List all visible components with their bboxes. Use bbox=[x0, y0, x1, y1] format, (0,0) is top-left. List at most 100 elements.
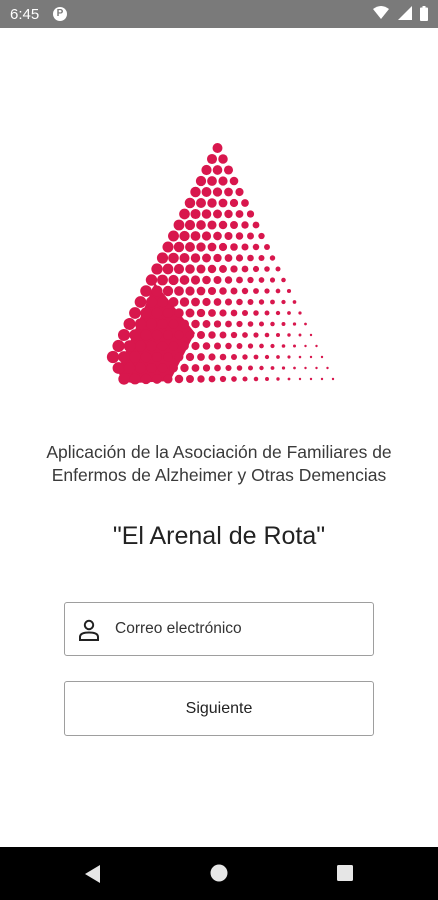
battery-icon bbox=[420, 6, 428, 21]
logo-dot bbox=[231, 354, 237, 360]
logo-dot bbox=[134, 318, 147, 330]
logo-dot bbox=[287, 333, 291, 337]
logo-dot bbox=[157, 274, 168, 286]
logo-dot bbox=[224, 209, 233, 219]
logo-dot bbox=[241, 243, 249, 251]
logo-dot bbox=[213, 231, 222, 241]
logo-dot bbox=[156, 252, 169, 264]
logo-dot bbox=[315, 366, 318, 370]
logo-dot bbox=[208, 309, 216, 317]
logo-dot bbox=[224, 254, 233, 262]
logo-dot bbox=[218, 242, 228, 252]
status-bar: 6:45 P bbox=[0, 0, 438, 28]
logo-dot bbox=[218, 198, 228, 208]
signal-icon bbox=[397, 6, 412, 20]
logo-dot bbox=[162, 241, 174, 253]
logo-dot bbox=[202, 253, 211, 263]
logo-dot bbox=[151, 263, 163, 275]
logo-dot bbox=[129, 351, 141, 363]
logo-dot bbox=[123, 318, 136, 330]
logo-dot bbox=[190, 186, 201, 198]
logo-dot bbox=[230, 221, 238, 229]
logo-dot bbox=[196, 264, 206, 274]
logo-dot bbox=[162, 285, 174, 297]
logo-dot bbox=[106, 350, 120, 364]
logo-dot bbox=[236, 365, 243, 371]
logo-dot bbox=[281, 277, 286, 283]
logo-dot bbox=[112, 339, 125, 353]
logo-dot bbox=[168, 230, 179, 242]
logo-dot bbox=[163, 352, 173, 362]
logo-dot bbox=[185, 352, 195, 362]
logo-dot bbox=[241, 265, 249, 273]
logo-dot bbox=[223, 165, 234, 175]
logo-dot bbox=[224, 276, 233, 284]
logo-dot bbox=[140, 373, 152, 385]
logo-dot bbox=[270, 366, 275, 370]
logo-dot bbox=[270, 343, 275, 349]
logo-dot bbox=[208, 375, 216, 383]
logo-dot bbox=[151, 285, 163, 297]
logo-dot bbox=[230, 265, 238, 273]
logo-dot bbox=[275, 332, 281, 338]
logo-dot bbox=[129, 307, 141, 319]
logo-dot bbox=[231, 376, 237, 382]
logo-dot bbox=[253, 354, 259, 360]
logo-dot bbox=[152, 374, 162, 384]
logo-dot bbox=[252, 265, 260, 273]
email-field[interactable] bbox=[64, 602, 374, 656]
logo-dot bbox=[253, 332, 259, 338]
logo-dot bbox=[191, 364, 200, 372]
logo-dot bbox=[230, 287, 238, 295]
logo-dot bbox=[184, 219, 196, 231]
logo-dot bbox=[163, 374, 173, 384]
logo-dot bbox=[212, 143, 223, 153]
logo-dot bbox=[123, 340, 136, 352]
logo-dot bbox=[247, 321, 254, 327]
user-icon bbox=[79, 619, 99, 641]
email-input[interactable] bbox=[115, 603, 365, 655]
logo-dot bbox=[168, 297, 179, 307]
logo-dot bbox=[247, 254, 254, 262]
logo-dot bbox=[242, 354, 248, 360]
back-icon[interactable] bbox=[84, 864, 102, 884]
home-icon[interactable] bbox=[210, 864, 228, 882]
logo-dot bbox=[201, 164, 212, 176]
logo-dot bbox=[168, 341, 179, 351]
logo-dot bbox=[264, 310, 270, 316]
logo-dot bbox=[180, 341, 189, 351]
logo-dot bbox=[320, 377, 324, 381]
next-button[interactable]: Siguiente bbox=[64, 681, 374, 736]
logo-dot bbox=[169, 363, 178, 373]
logo-dot bbox=[173, 241, 185, 253]
logo-dot bbox=[185, 286, 195, 296]
logo-dot bbox=[258, 232, 265, 240]
logo-dot bbox=[190, 231, 201, 241]
logo-dot bbox=[253, 376, 259, 382]
logo-dot bbox=[275, 288, 281, 294]
logo-dot bbox=[185, 330, 195, 340]
logo-dot bbox=[117, 328, 131, 342]
logo-dot bbox=[140, 285, 152, 297]
status-icons bbox=[369, 6, 428, 22]
logo-dot bbox=[146, 340, 157, 352]
logo-dot bbox=[264, 266, 270, 272]
logo-dot bbox=[292, 300, 297, 304]
logo-dot bbox=[191, 297, 200, 307]
logo-dot bbox=[241, 221, 249, 229]
logo-dot bbox=[197, 375, 205, 383]
logo-dot bbox=[275, 266, 281, 272]
logo-dot bbox=[281, 299, 286, 305]
logo-dot bbox=[270, 321, 275, 327]
logo-dot bbox=[281, 344, 286, 348]
recents-icon[interactable] bbox=[337, 865, 353, 881]
logo-dot bbox=[247, 299, 254, 305]
logo-dot bbox=[207, 286, 217, 296]
logo-dot bbox=[287, 377, 291, 381]
status-time: 6:45 bbox=[10, 6, 40, 23]
logo-dot bbox=[309, 333, 313, 337]
logo-dot bbox=[195, 175, 207, 187]
logo-dot bbox=[186, 375, 194, 383]
logo-dot bbox=[235, 187, 244, 197]
logo-dot bbox=[326, 366, 329, 370]
